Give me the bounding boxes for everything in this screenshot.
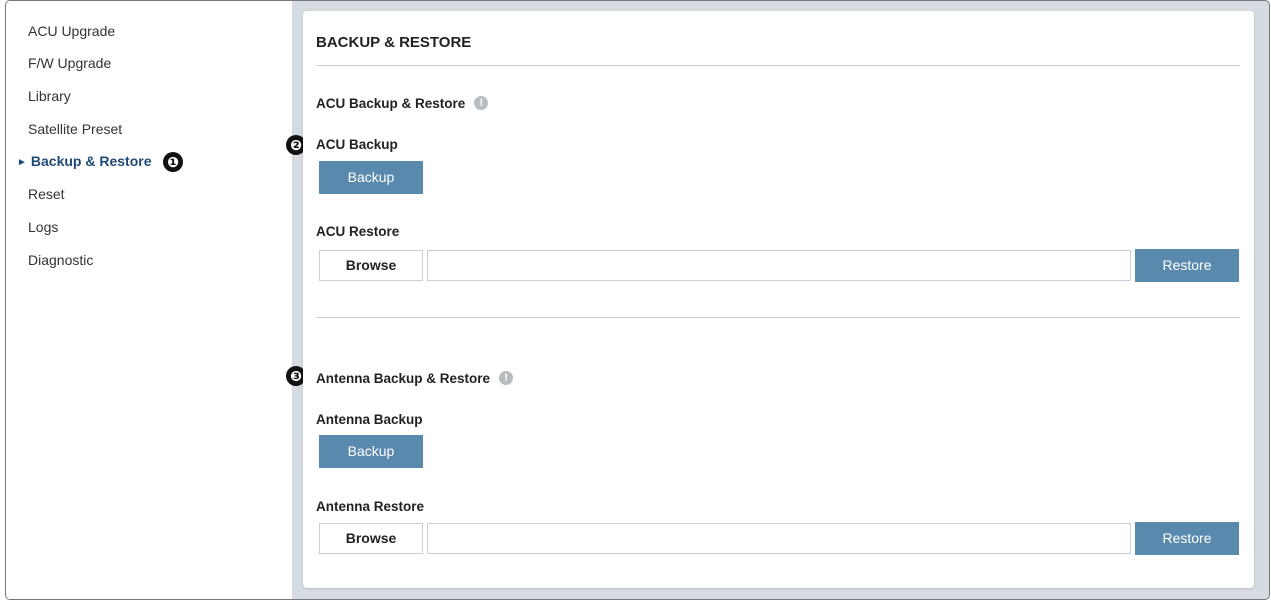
sidebar-item-label: ACU Upgrade (28, 23, 116, 39)
callout-number: ❷ (290, 137, 302, 153)
sidebar-item-label: Logs (28, 219, 59, 235)
acu-restore-file-field[interactable] (427, 250, 1131, 281)
sidebar-item-acu-upgrade[interactable]: ACU Upgrade (28, 21, 115, 41)
sidebar: ACU Upgrade F/W Upgrade Library Satellit… (6, 1, 292, 599)
sidebar-item-library[interactable]: Library (28, 86, 71, 106)
info-icon[interactable]: ! (474, 96, 489, 111)
callout-number: ❸ (290, 368, 302, 384)
acu-restore-label: ACU Restore (316, 224, 400, 239)
section-divider (316, 317, 1240, 318)
antenna-section-title: Antenna Backup & Restore! (316, 371, 514, 386)
sidebar-item-diagnostic[interactable]: Diagnostic (28, 250, 93, 270)
sidebar-item-label: Backup & Restore (30, 153, 152, 169)
backup-restore-panel: BACKUP & RESTORE ACU Backup & Restore! A… (303, 11, 1254, 588)
sidebar-item-label: Satellite Preset (28, 121, 123, 137)
info-icon[interactable]: ! (499, 371, 514, 386)
sidebar-item-label: Diagnostic (28, 252, 94, 268)
acu-section-title-text: ACU Backup & Restore (316, 96, 466, 111)
title-divider (316, 65, 1240, 66)
panel-title: BACKUP & RESTORE (316, 34, 472, 51)
acu-section-title: ACU Backup & Restore! (316, 96, 489, 111)
antenna-restore-button[interactable]: Restore (1135, 522, 1239, 555)
app-window: ACU Upgrade F/W Upgrade Library Satellit… (5, 0, 1270, 600)
antenna-restore-file-field[interactable] (427, 523, 1131, 554)
sidebar-item-label: Library (28, 88, 71, 104)
antenna-section-title-text: Antenna Backup & Restore (316, 371, 491, 386)
sidebar-item-satellite-preset[interactable]: Satellite Preset (28, 119, 122, 139)
active-arrow-icon: ► (17, 157, 27, 168)
callout-number: ❶ (167, 154, 179, 170)
acu-browse-button[interactable]: Browse (319, 250, 423, 281)
sidebar-item-reset[interactable]: Reset (28, 184, 65, 204)
sidebar-item-logs[interactable]: Logs (28, 217, 58, 237)
acu-backup-button[interactable]: Backup (319, 161, 423, 194)
acu-restore-button[interactable]: Restore (1135, 249, 1239, 282)
antenna-backup-label: Antenna Backup (316, 412, 423, 427)
sidebar-item-fw-upgrade[interactable]: F/W Upgrade (28, 53, 111, 73)
acu-backup-label: ACU Backup (316, 137, 398, 152)
callout-1: ❶ (163, 152, 183, 172)
antenna-restore-label: Antenna Restore (316, 499, 425, 514)
sidebar-item-label: F/W Upgrade (28, 55, 112, 71)
antenna-browse-button[interactable]: Browse (319, 523, 423, 554)
antenna-backup-button[interactable]: Backup (319, 435, 423, 468)
sidebar-item-label: Reset (28, 186, 65, 202)
sidebar-item-backup-restore[interactable]: ► Backup & Restore (17, 151, 152, 171)
